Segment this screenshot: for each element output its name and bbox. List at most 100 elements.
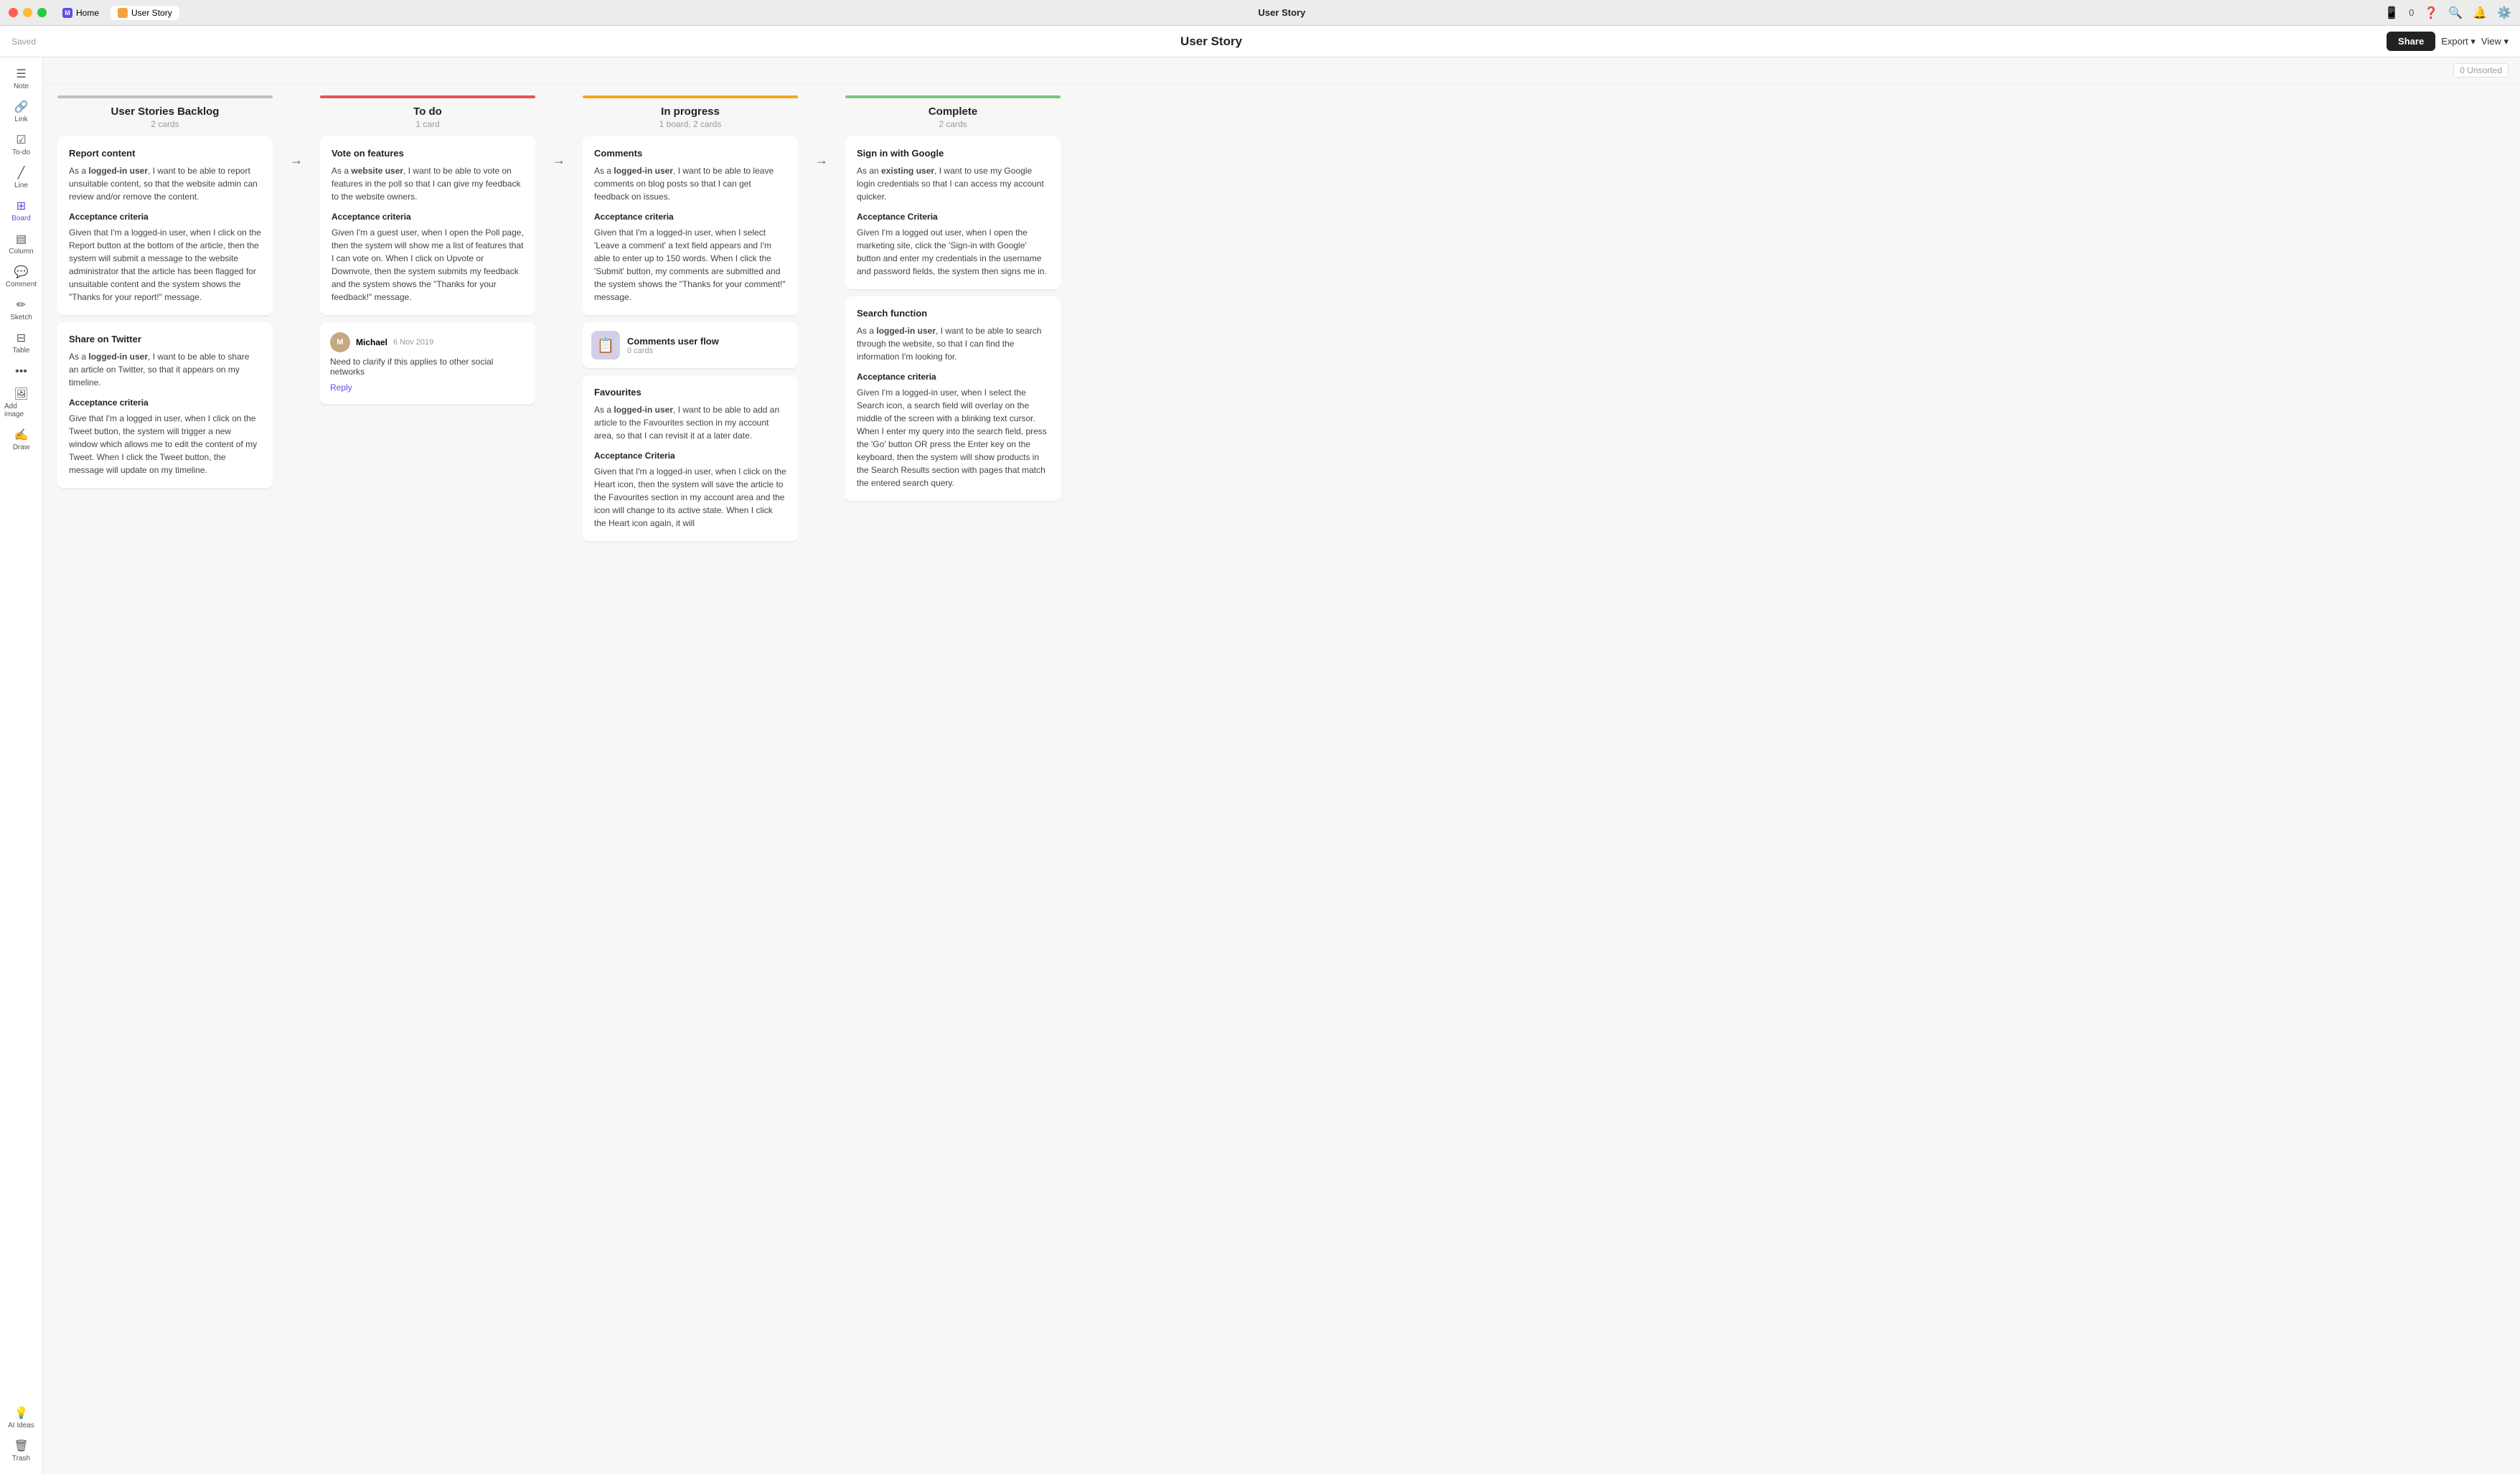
sidebar-label-draw: Draw <box>13 443 29 451</box>
card-search-function[interactable]: Search function As a logged-in user, I w… <box>845 296 1061 501</box>
saved-label: Saved <box>11 37 36 47</box>
bell-icon[interactable]: 🔔 <box>2473 6 2487 20</box>
sidebar-item-comment[interactable]: 💬 Comment <box>0 261 42 294</box>
draw-icon: ✍ <box>14 430 29 441</box>
share-button[interactable]: Share <box>2387 32 2435 51</box>
column-complete-title: Complete <box>845 105 1061 118</box>
column-complete: Complete 2 cards Sign in with Google As … <box>845 95 1061 1463</box>
card-comments-ac-title: Acceptance criteria <box>594 212 786 222</box>
sidebar-item-line[interactable]: ╱ Line <box>0 162 42 195</box>
ai-ideas-icon: 💡 <box>14 1408 29 1419</box>
todo-icon: ☑ <box>16 135 26 146</box>
app-tabs: M Home User Story <box>55 6 179 20</box>
mobile-icon[interactable]: 📱 <box>2384 6 2399 20</box>
sketch-icon: ✏ <box>17 300 26 311</box>
card-favourites[interactable]: Favourites As a logged-in user, I want t… <box>583 375 798 541</box>
sidebar-label-ai-ideas: AI Ideas <box>8 1422 34 1430</box>
sidebar-item-ai-ideas[interactable]: 💡 AI Ideas <box>0 1402 42 1435</box>
sidebar-item-column[interactable]: ▤ Column <box>0 228 42 261</box>
minimize-button[interactable] <box>23 8 32 17</box>
sidebar-item-todo[interactable]: ☑ To-do <box>0 129 42 162</box>
card-favourites-body: As a logged-in user, I want to be able t… <box>594 403 786 442</box>
sidebar-item-sketch[interactable]: ✏ Sketch <box>0 294 42 327</box>
add-image-icon: 🖼 <box>14 389 28 400</box>
card-report-ac: Given that I'm a logged-in user, when I … <box>69 226 261 304</box>
window-title-center: User Story <box>179 7 2384 18</box>
arrow-inprogress-complete: → <box>812 153 831 168</box>
card-vote-body: As a website user, I want to be able to … <box>332 164 524 203</box>
sidebar-label-line: Line <box>14 182 28 189</box>
close-button[interactable] <box>9 8 18 17</box>
arrow-todo-inprogress: → <box>550 153 568 168</box>
tab-user-story-label: User Story <box>131 8 172 18</box>
card-signin-body: As an existing user, I want to use my Go… <box>857 164 1049 203</box>
line-icon: ╱ <box>18 168 25 179</box>
card-sign-in-google[interactable]: Sign in with Google As an existing user,… <box>845 136 1061 289</box>
tab-user-story[interactable]: User Story <box>111 6 179 20</box>
sidebar-label-board: Board <box>11 215 31 222</box>
card-twitter-body: As a logged-in user, I want to be able t… <box>69 350 261 389</box>
card-comments-user-flow[interactable]: 📋 Comments user flow 0 cards <box>583 322 798 368</box>
search-icon[interactable]: 🔍 <box>2448 6 2463 20</box>
card-vote-features[interactable]: Vote on features As a website user, I wa… <box>320 136 535 315</box>
sidebar-label-comment: Comment <box>6 281 37 288</box>
column-complete-subtitle: 2 cards <box>845 119 1061 129</box>
notif-count: 0 <box>2409 7 2414 18</box>
sidebar-label-todo: To-do <box>12 149 30 156</box>
card-signin-ac: Given I'm a logged out user, when I open… <box>857 226 1049 278</box>
sidebar-label-link: Link <box>14 116 27 123</box>
column-icon: ▤ <box>16 234 27 245</box>
sidebar-label-note: Note <box>14 83 29 90</box>
window-title: User Story <box>1259 7 1306 18</box>
sidebar-label-trash: Trash <box>12 1455 30 1463</box>
help-icon[interactable]: ❓ <box>2424 6 2438 20</box>
comment-date: 6 Nov 2019 <box>393 338 433 347</box>
comment-reply-button[interactable]: Reply <box>330 382 352 393</box>
sidebar-item-add-image[interactable]: 🖼 Add image <box>0 383 42 424</box>
card-share-twitter[interactable]: Share on Twitter As a logged-in user, I … <box>57 322 273 488</box>
card-search-ac-title: Acceptance criteria <box>857 372 1049 382</box>
column-todo-header: To do 1 card <box>320 95 535 136</box>
title-bar: M Home User Story User Story 📱 0 ❓ 🔍 🔔 ⚙… <box>0 0 2520 26</box>
card-report-ac-title: Acceptance criteria <box>69 212 261 222</box>
table-icon: ⊟ <box>17 333 26 344</box>
card-favourites-ac: Given that I'm a logged-in user, when I … <box>594 465 786 530</box>
card-vote-ac: Given I'm a guest user, when I open the … <box>332 226 524 304</box>
sidebar-item-board[interactable]: ⊞ Board <box>0 195 42 228</box>
board-thumb: 📋 <box>591 331 620 360</box>
column-todo-subtitle: 1 card <box>320 119 535 129</box>
sidebar-item-table[interactable]: ⊟ Table <box>0 327 42 360</box>
arrow-backlog-todo: → <box>287 153 306 168</box>
column-todo-cards: Vote on features As a website user, I wa… <box>320 136 535 1463</box>
window-controls <box>9 8 47 17</box>
card-comments-body: As a logged-in user, I want to be able t… <box>594 164 786 203</box>
comment-text: Need to clarify if this applies to other… <box>330 357 525 377</box>
card-favourites-title: Favourites <box>594 387 786 398</box>
column-inprogress-subtitle: 1 board, 2 cards <box>583 119 798 129</box>
maximize-button[interactable] <box>37 8 47 17</box>
main-content: 0 Unsorted User Stories Backlog 2 cards … <box>43 57 2520 1474</box>
column-backlog-header: User Stories Backlog 2 cards <box>57 95 273 136</box>
column-inprogress-title: In progress <box>583 105 798 118</box>
tab-home[interactable]: M Home <box>55 6 106 20</box>
export-button[interactable]: Export ▾ <box>2441 36 2476 47</box>
more-icon: ••• <box>15 366 27 377</box>
card-comments[interactable]: Comments As a logged-in user, I want to … <box>583 136 798 315</box>
card-vote-title: Vote on features <box>332 148 524 159</box>
sidebar-item-more[interactable]: ••• <box>0 360 42 383</box>
sidebar-item-draw[interactable]: ✍ Draw <box>0 424 42 457</box>
board-thumb-icon: 📋 <box>597 337 615 355</box>
board-thumb-info: Comments user flow 0 cards <box>627 336 719 355</box>
sidebar-item-link[interactable]: 🔗 Link <box>0 96 42 129</box>
sidebar-item-note[interactable]: ☰ Note <box>0 63 42 96</box>
column-inprogress-cards: Comments As a logged-in user, I want to … <box>583 136 798 1463</box>
card-search-title: Search function <box>857 308 1049 319</box>
view-button[interactable]: View ▾ <box>2481 36 2509 47</box>
card-vote-ac-title: Acceptance criteria <box>332 212 524 222</box>
card-comments-ac: Given that I'm a logged-in user, when I … <box>594 226 786 304</box>
sidebar-item-trash[interactable]: 🗑 Trash <box>0 1435 42 1468</box>
card-report-content[interactable]: Report content As a logged-in user, I wa… <box>57 136 273 315</box>
column-backlog-title: User Stories Backlog <box>57 105 273 118</box>
settings-icon[interactable]: ⚙️ <box>2497 6 2511 20</box>
column-backlog-subtitle: 2 cards <box>57 119 273 129</box>
